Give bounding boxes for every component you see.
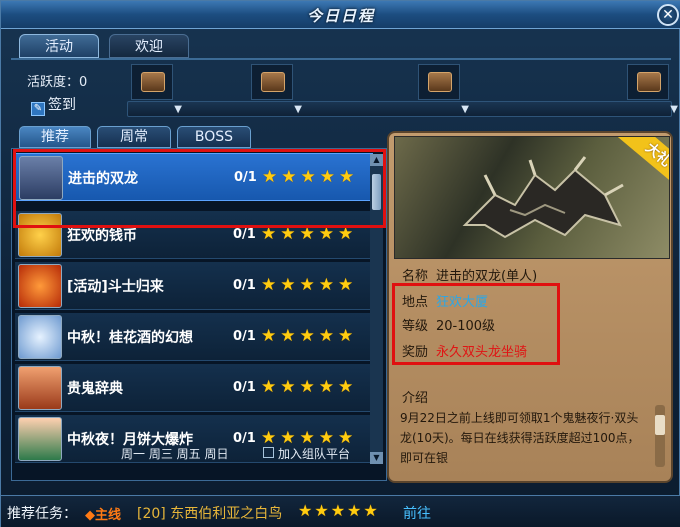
goto-link[interactable]: 前往 — [403, 503, 431, 523]
activity-banner-image: 大礼 — [394, 136, 670, 259]
star-icon: ★ — [314, 501, 329, 520]
difficulty-stars: ★ ★ ★ ★ ★ — [261, 377, 357, 397]
tab-recommended[interactable]: 推荐 — [19, 126, 91, 148]
team-checkbox[interactable] — [263, 447, 274, 458]
chest-icon[interactable]: ▼ — [418, 64, 469, 115]
list-item[interactable]: 中秋！桂花酒的幻想 0/1 ★ ★ ★ ★ ★ — [15, 313, 373, 361]
close-icon[interactable]: ✕ — [657, 4, 679, 26]
window-title: 今日日程 — [306, 7, 375, 25]
intro-heading: 介绍 — [402, 391, 429, 406]
star-icon: ★ — [318, 275, 334, 295]
scroll-thumb[interactable] — [655, 415, 665, 435]
checkin-icon: ✎ — [31, 102, 45, 116]
tab-divider — [11, 58, 671, 60]
activity-count: 0/1 — [233, 329, 256, 344]
tab-boss[interactable]: BOSS — [177, 126, 251, 148]
star-icon: ★ — [261, 428, 277, 448]
main-quest-tag-label: 主线 — [95, 508, 122, 523]
tab-weekly[interactable]: 周常 — [97, 126, 171, 148]
star-icon: ★ — [280, 326, 296, 346]
star-icon: ★ — [338, 275, 354, 295]
name-label: 名称 — [402, 269, 429, 284]
star-icon: ★ — [363, 501, 378, 520]
star-icon: ★ — [298, 501, 313, 520]
difficulty-stars: ★ ★ ★ ★ ★ — [261, 326, 357, 346]
tab-activity[interactable]: 活动 — [19, 34, 99, 58]
recommended-task-label: 推荐任务： — [7, 506, 77, 522]
star-icon: ★ — [299, 377, 315, 397]
activity-icon — [18, 366, 62, 410]
star-icon: ★ — [347, 501, 362, 520]
difficulty-stars: ★ ★ ★ ★ ★ — [261, 275, 357, 295]
detail-name: 名称 进击的双龙(单人) — [402, 265, 537, 284]
activity-count: 0/1 — [233, 380, 256, 395]
activity-count: 0/1 — [233, 278, 256, 293]
intro-text: 9月22日之前上线即可领取1个鬼魅夜行·双头龙(10天)。每日在线获得活跃度超过… — [400, 411, 640, 465]
quest-stars: ★ ★ ★ ★ ★ — [298, 501, 380, 520]
checkin-label: 签到 — [48, 97, 76, 113]
tab-welcome[interactable]: 欢迎 — [109, 34, 189, 58]
star-icon: ★ — [318, 377, 334, 397]
activity-name: 中秋！桂花酒的幻想 — [67, 330, 193, 346]
star-icon: ★ — [261, 377, 277, 397]
highlight-box-details — [392, 283, 560, 365]
activity-name: 狂欢的钱币 — [67, 228, 137, 244]
activity-points: 活跃度：0 — [27, 75, 88, 90]
team-checkbox-label: 加入组队平台 — [278, 447, 351, 461]
activity-name: [活动]斗士归来 — [67, 279, 164, 295]
highlight-box-selected-row — [13, 149, 386, 228]
activity-name: 贵鬼辞典 — [67, 381, 123, 397]
dragon-mount-illustration — [462, 156, 624, 239]
name-value: 进击的双龙(单人) — [436, 269, 538, 284]
main-quest-tag: ◆主线 — [85, 508, 122, 523]
list-item[interactable]: 贵鬼辞典 0/1 ★ ★ ★ ★ ★ — [15, 364, 373, 412]
intro-scrollbar[interactable] — [655, 405, 665, 467]
star-icon: ★ — [338, 326, 354, 346]
star-icon: ★ — [280, 377, 296, 397]
star-icon: ★ — [318, 326, 334, 346]
list-item[interactable]: [活动]斗士归来 0/1 ★ ★ ★ ★ ★ — [15, 262, 373, 310]
star-icon: ★ — [338, 377, 354, 397]
activity-icon — [18, 417, 62, 461]
schedule-days: 周一 周三 周五 周日 — [121, 447, 229, 461]
activity-icon — [18, 264, 62, 308]
activity-progress-bar — [127, 101, 672, 117]
activity-count: 0/1 — [233, 431, 256, 446]
title-bar: 今日日程 — [1, 1, 680, 29]
star-icon: ★ — [280, 275, 296, 295]
activity-count: 0/1 — [233, 227, 256, 242]
schedule-window: 今日日程 ✕ 活动 欢迎 活跃度：0 ✎ 签到 ▼ ▼ ▼ ▼ 推荐 周常 BOS… — [0, 0, 680, 527]
recommended-quest[interactable]: [20] 东西伯利亚之白鸟 — [137, 503, 282, 523]
chest-icon[interactable]: ▼ — [627, 64, 678, 115]
star-icon: ★ — [330, 501, 346, 520]
star-icon: ★ — [299, 326, 315, 346]
chest-icon[interactable]: ▼ — [131, 64, 182, 115]
star-icon: ★ — [299, 275, 315, 295]
chest-icon[interactable]: ▼ — [251, 64, 302, 115]
star-icon: ★ — [261, 326, 277, 346]
activity-icon — [18, 315, 62, 359]
checkin-button[interactable]: ✎ 签到 — [31, 94, 76, 116]
star-icon: ★ — [261, 275, 277, 295]
scroll-down-icon[interactable]: ▼ — [370, 452, 383, 464]
